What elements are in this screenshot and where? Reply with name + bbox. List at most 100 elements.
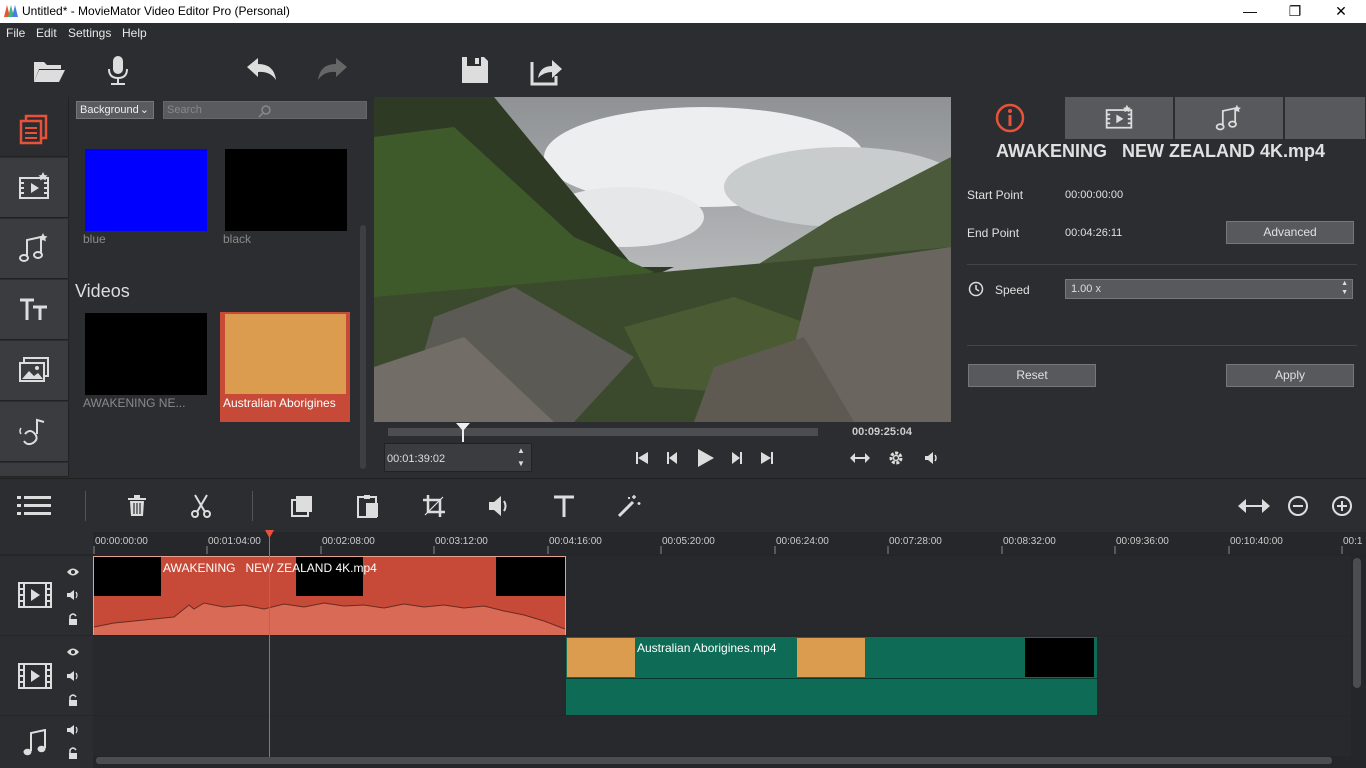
spin-down-icon[interactable]: ▼ <box>517 459 525 468</box>
divider <box>252 491 253 521</box>
video-track-2-header <box>0 636 93 715</box>
film-icon <box>18 582 52 608</box>
gear-icon[interactable] <box>887 449 905 467</box>
library-icon <box>19 114 48 145</box>
current-time-value: 00:01:39:02 <box>387 453 446 465</box>
spin-down-icon[interactable]: ▼ <box>1341 289 1348 296</box>
timeline-vscrollbar[interactable] <box>1353 558 1361 688</box>
end-point-value: 00:04:26:11 <box>1065 227 1123 239</box>
export-icon[interactable] <box>528 52 564 88</box>
play-icon[interactable] <box>694 447 716 469</box>
start-point-label: Start Point <box>967 188 1024 202</box>
seek-handle[interactable] <box>455 422 471 442</box>
music-note-icon <box>23 729 46 756</box>
fit-width-icon[interactable] <box>849 450 871 466</box>
divider <box>967 345 1357 346</box>
zoom-in-icon[interactable] <box>1331 495 1353 517</box>
nav-image-button[interactable] <box>0 341 69 401</box>
current-time-spinbox[interactable]: 00:01:39:02 ▲ ▼ <box>384 443 532 472</box>
timeline-ruler[interactable]: 00:00:00:00 00:01:04:00 00:02:08:00 00:0… <box>93 532 1366 554</box>
undo-icon[interactable] <box>244 52 280 88</box>
nav-more-button[interactable] <box>0 463 69 477</box>
video-item-australian[interactable]: Australian Aborigines <box>220 312 350 422</box>
color-thumb-black[interactable] <box>225 149 347 231</box>
clip-australian[interactable]: Australian Aborigines.mp4 <box>566 637 1097 715</box>
search-input[interactable]: Search <box>167 104 202 116</box>
category-dropdown[interactable]: Background ⌄ <box>76 101 154 119</box>
tab-video[interactable] <box>1065 97 1174 139</box>
crop-icon[interactable] <box>422 494 446 518</box>
audio-waveform <box>94 602 565 635</box>
redo-icon[interactable] <box>314 52 350 88</box>
speed-spinbox[interactable]: 1.00 x ▲ ▼ <box>1065 279 1353 299</box>
clip-awakening[interactable]: AWAKENING NEW ZEALAND 4K.mp4 <box>93 556 566 635</box>
menu-help[interactable]: Help <box>122 26 147 40</box>
magic-wand-icon[interactable] <box>617 494 641 518</box>
lock-icon[interactable] <box>67 746 79 760</box>
clip-frame <box>1025 638 1094 677</box>
speaker-icon[interactable] <box>66 724 80 736</box>
lock-icon[interactable] <box>67 612 79 626</box>
delete-icon[interactable] <box>125 494 149 518</box>
text-icon <box>20 298 47 320</box>
tab-audio[interactable] <box>1175 97 1284 139</box>
skip-start-icon[interactable] <box>634 450 650 466</box>
nav-text-button[interactable] <box>0 280 69 340</box>
paste-icon[interactable] <box>356 494 380 518</box>
spin-up-icon[interactable]: ▲ <box>517 446 525 455</box>
prev-frame-icon[interactable] <box>665 450 681 466</box>
eye-icon[interactable] <box>66 646 80 658</box>
menu-edit[interactable]: Edit <box>36 26 57 40</box>
menu-file[interactable]: File <box>6 26 25 40</box>
zoom-out-icon[interactable] <box>1287 495 1309 517</box>
app-icon <box>4 5 18 17</box>
properties-panel: AWAKENING NEW ZEALAND 4K.mp4 Start Point… <box>955 97 1366 477</box>
search-box[interactable]: Search <box>163 101 367 119</box>
minimize-button[interactable]: — <box>1227 0 1273 23</box>
video-label-awakening: AWAKENING NE... <box>83 396 186 410</box>
microphone-icon[interactable] <box>100 52 136 88</box>
clip-filename: AWAKENING NEW ZEALAND 4K.mp4 <box>995 141 1326 161</box>
library-scrollbar[interactable] <box>360 225 366 469</box>
copy-icon[interactable] <box>290 494 314 518</box>
text-icon[interactable] <box>552 494 576 518</box>
speed-label: Speed <box>995 283 1030 297</box>
apply-button[interactable]: Apply <box>1226 364 1354 387</box>
maximize-button[interactable]: ❐ <box>1272 0 1318 23</box>
seek-bar[interactable] <box>388 428 818 436</box>
tab-info[interactable] <box>955 97 1064 139</box>
scissors-icon[interactable] <box>189 494 213 518</box>
volume-icon[interactable] <box>487 494 511 518</box>
nav-effects-button[interactable] <box>0 402 69 462</box>
audio-track-header <box>0 716 93 768</box>
color-thumb-blue[interactable] <box>85 149 207 231</box>
skip-end-icon[interactable] <box>759 450 775 466</box>
eye-icon[interactable] <box>66 566 80 578</box>
tab-more[interactable] <box>1285 97 1366 139</box>
playhead-marker[interactable] <box>265 530 274 538</box>
close-button[interactable]: ✕ <box>1318 0 1364 23</box>
divider <box>967 264 1357 265</box>
nav-video-button[interactable] <box>0 158 69 218</box>
save-icon[interactable] <box>457 52 493 88</box>
reset-button[interactable]: Reset <box>968 364 1096 387</box>
speaker-icon[interactable] <box>66 589 80 601</box>
video-thumb-awakening[interactable] <box>85 313 207 395</box>
nav-audio-button[interactable] <box>0 219 69 279</box>
menu-settings[interactable]: Settings <box>68 26 111 40</box>
nav-library-button[interactable] <box>0 97 69 157</box>
lock-icon[interactable] <box>67 693 79 707</box>
video-preview <box>374 97 951 422</box>
video-thumb-australian <box>225 314 346 394</box>
fit-timeline-icon[interactable] <box>1237 495 1271 517</box>
advanced-button[interactable]: Advanced <box>1226 221 1354 244</box>
speaker-icon[interactable] <box>66 670 80 682</box>
spin-up-icon[interactable]: ▲ <box>1341 280 1348 287</box>
open-folder-icon[interactable] <box>31 52 67 88</box>
next-frame-icon[interactable] <box>728 450 744 466</box>
music-star-icon <box>1215 104 1241 131</box>
timeline-hscrollbar[interactable] <box>96 757 1332 764</box>
volume-icon[interactable] <box>923 450 939 466</box>
track-menu-icon[interactable] <box>17 493 51 519</box>
playhead[interactable] <box>269 530 270 758</box>
